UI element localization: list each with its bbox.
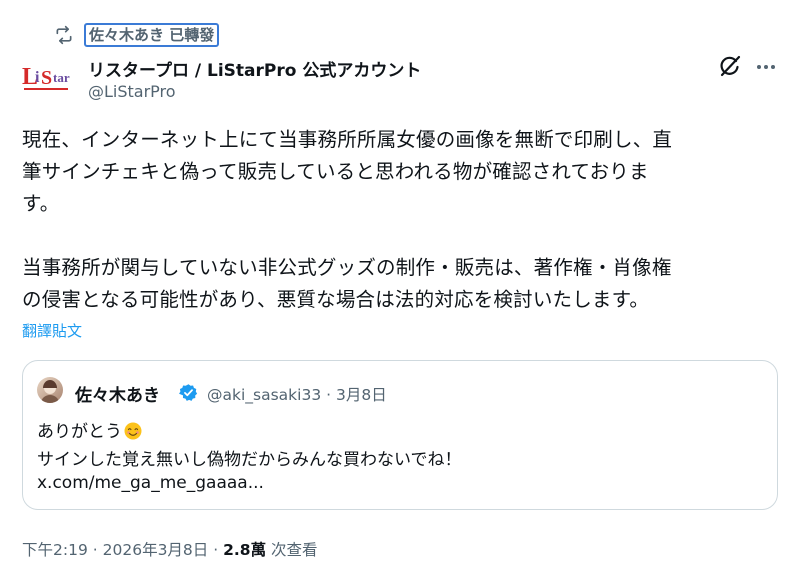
verified-badge-icon	[179, 383, 198, 402]
retweet-icon	[54, 24, 76, 46]
tweet-footer: 下午2:19 · 2026年3月8日 · 2.8萬 次查看	[22, 538, 318, 560]
footer-separator: ·	[92, 541, 98, 559]
translate-post-link[interactable]: 翻譯貼文	[22, 320, 82, 341]
more-icon[interactable]	[755, 56, 777, 78]
quote-meta: @aki_sasaki33 · 3月8日	[207, 383, 387, 405]
retweet-header: 佐々木あき 已轉發	[54, 22, 220, 48]
author-handle[interactable]: @LiStarPro	[88, 82, 176, 101]
quote-handle[interactable]: @aki_sasaki33	[207, 386, 321, 404]
smiling-face-emoji-icon	[124, 422, 142, 440]
grok-icon[interactable]	[716, 52, 744, 80]
quote-text: ありがとう	[37, 422, 122, 442]
avatar[interactable]: L i S tar	[22, 60, 72, 94]
tweet-line: 筆サインチェキと偽って販売していると思われる物が確認されておりま	[22, 160, 649, 183]
quote-avatar[interactable]	[37, 377, 63, 403]
tweet-line: 当事務所が関与していない非公式グッズの制作・販売は、著作権・肖像権	[22, 256, 672, 279]
footer-separator: ·	[213, 541, 219, 559]
tweet-line: 現在、インターネット上にて当事務所所属女優の画像を無断で印刷し、直	[22, 128, 673, 151]
tweet-text: 現在、インターネット上にて当事務所所属女優の画像を無断で印刷し、直 筆サインチェ…	[22, 124, 782, 316]
quote-text-line: サインした覚え無いし偽物だからみんな買わないでね！	[37, 450, 462, 470]
svg-text:S: S	[41, 67, 52, 89]
tweet-line: の侵害となる可能性があり、悪質な場合は法的対応を検討いたします。	[22, 288, 650, 311]
retweet-label[interactable]: 佐々木あき 已轉發	[84, 23, 220, 47]
post-time[interactable]: 下午2:19	[22, 541, 88, 559]
quote-author-name[interactable]: 佐々木あき	[75, 381, 160, 406]
svg-text:tar: tar	[53, 70, 70, 85]
post-date[interactable]: 2026年3月8日	[103, 541, 209, 559]
views-label: 次查看	[271, 541, 318, 559]
meta-separator: ·	[326, 386, 332, 404]
author-name[interactable]: リスタープロ / LiStarPro 公式アカウント	[88, 56, 421, 81]
quote-tweet-card[interactable]: 佐々木あき @aki_sasaki33 · 3月8日 ありがとう サインした覚え…	[22, 360, 778, 510]
tweet-line: す。	[22, 192, 60, 215]
quote-date[interactable]: 3月8日	[336, 386, 387, 404]
views-count: 2.8萬	[223, 541, 267, 559]
quote-text-line: ありがとう	[37, 417, 142, 442]
quote-link[interactable]: x.com/me_ga_me_gaaaa...	[37, 473, 264, 493]
svg-text:i: i	[35, 69, 40, 86]
